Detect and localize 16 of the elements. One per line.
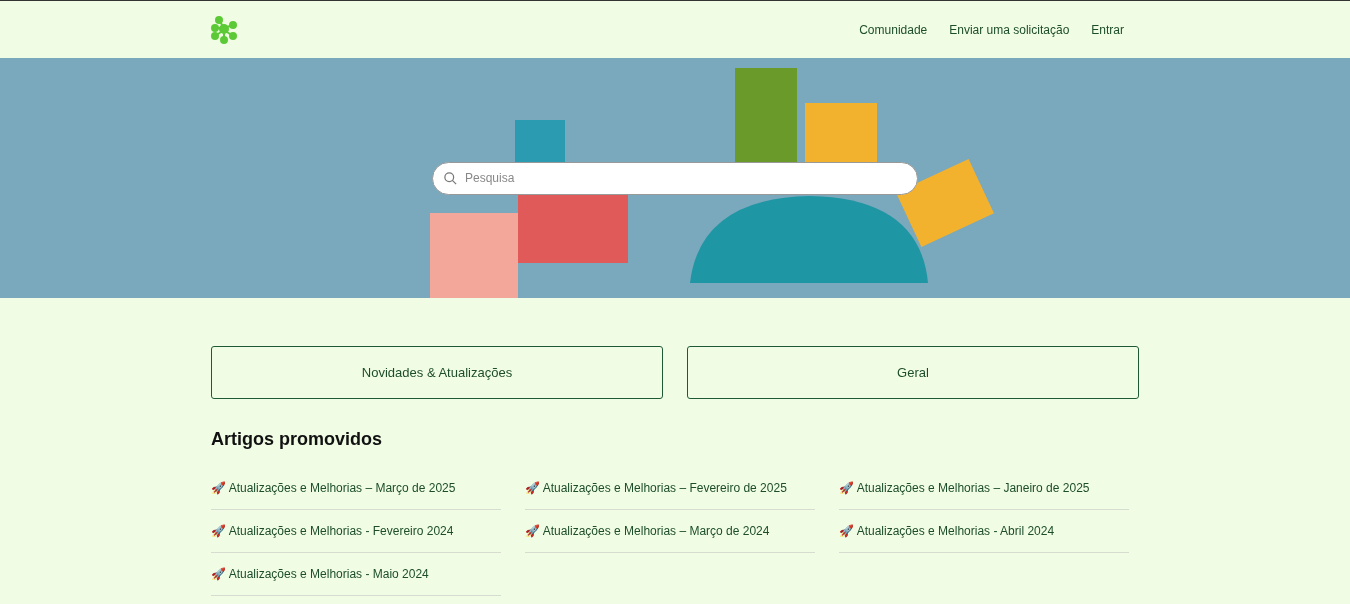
article-link[interactable]: 🚀 Atualizações e Melhorias – Março de 2024 [525, 522, 770, 540]
nav-link[interactable]: Comunidade [859, 20, 928, 39]
nav-link[interactable]: Enviar uma solicitação [949, 20, 1070, 39]
nav-link[interactable]: Entrar [1091, 20, 1124, 39]
article-link[interactable]: 🚀 Atualizações e Melhorias - Fevereiro 2024 [211, 522, 454, 540]
logo-icon[interactable] [211, 15, 239, 44]
search-field[interactable]: Pesquisa [432, 161, 918, 195]
article-link[interactable]: 🚀 Atualizações e Melhorias - Maio 2024 [211, 565, 429, 583]
article-link[interactable]: 🚀 Atualizações e Melhorias - Abril 2024 [839, 522, 1055, 540]
category-card[interactable]: Geral [687, 346, 1139, 399]
article-link[interactable]: 🚀 Atualizações e Melhorias – Março de 2025 [211, 479, 456, 497]
article-link[interactable]: 🚀 Atualizações e Melhorias – Janeiro de 2025 [839, 479, 1090, 497]
section-heading: Artigos promovidos [211, 428, 383, 451]
article-link[interactable]: 🚀 Atualizações e Melhorias – Fevereiro de 2025 [525, 479, 787, 497]
category-card[interactable]: Novidades & Atualizações [211, 346, 663, 399]
search-icon [443, 170, 458, 186]
